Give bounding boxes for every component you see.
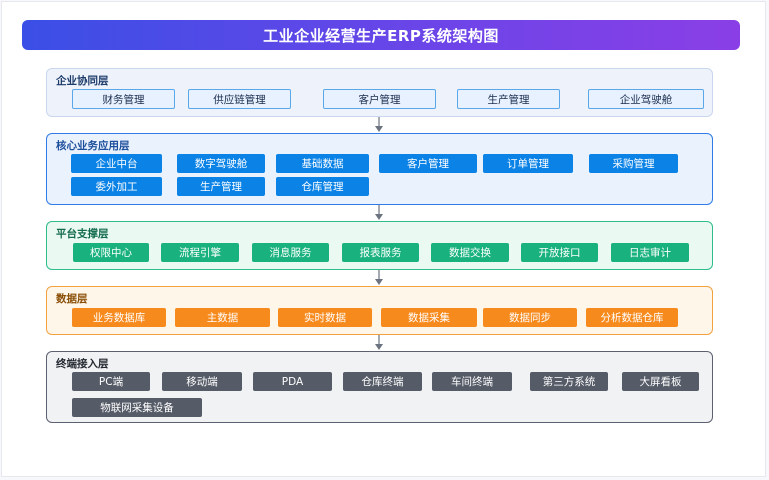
terminal-third-party: 第三方系统 (530, 372, 608, 391)
module-purchase: 采购管理 (589, 154, 678, 173)
layer-title: 企业协同层 (56, 75, 109, 87)
terminal-mobile: 移动端 (162, 372, 242, 391)
module-production: 生产管理 (177, 177, 265, 196)
module-business-db: 业务数据库 (72, 308, 166, 327)
module-outsourcing: 委外加工 (71, 177, 162, 196)
module-supply-chain: 供应链管理 (188, 89, 291, 109)
terminal-pda: PDA (253, 372, 332, 391)
layer-platform-support: 平台支撑层 权限中心 流程引擎 消息服务 报表服务 数据交换 开放接口 日志审计 (46, 221, 713, 270)
module-workflow-engine: 流程引擎 (161, 243, 239, 262)
terminal-warehouse: 仓库终端 (343, 372, 422, 391)
module-warehouse: 仓库管理 (276, 177, 369, 196)
module-order: 订单管理 (483, 154, 573, 173)
module-data-sync: 数据同步 (483, 308, 577, 327)
down-arrow-icon (375, 117, 383, 132)
module-master-data: 基础数据 (276, 154, 369, 173)
module-report-service: 报表服务 (342, 243, 419, 262)
module-log-audit: 日志审计 (611, 243, 689, 262)
diagram-title: 工业企业经营生产ERP系统架构图 (22, 20, 740, 50)
terminal-pc: PC端 (72, 372, 150, 391)
down-arrow-icon (375, 270, 383, 285)
diagram-canvas: 工业企业经营生产ERP系统架构图 企业协同层 财务管理 供应链管理 客户管理 生… (1, 1, 766, 477)
layer-title: 数据层 (56, 293, 88, 305)
module-data-collection: 数据采集 (381, 308, 477, 327)
module-master-data: 主数据 (175, 308, 270, 327)
module-message-service: 消息服务 (252, 243, 329, 262)
module-analytics-warehouse: 分析数据仓库 (586, 308, 678, 327)
layer-title: 终端接入层 (56, 358, 109, 370)
layer-terminal-access: 终端接入层 PC端 移动端 PDA 仓库终端 车间终端 第三方系统 大屏看板 物… (46, 351, 713, 423)
layer-title: 核心业务应用层 (56, 140, 130, 152)
down-arrow-icon (375, 335, 383, 350)
terminal-iot: 物联网采集设备 (72, 398, 202, 417)
module-customer: 客户管理 (379, 154, 477, 173)
module-customer: 客户管理 (323, 89, 436, 109)
module-production: 生产管理 (457, 89, 560, 109)
module-open-api: 开放接口 (521, 243, 598, 262)
module-permission-center: 权限中心 (73, 243, 149, 262)
layer-title: 平台支撑层 (56, 228, 109, 240)
terminal-big-screen: 大屏看板 (622, 372, 699, 391)
layer-data: 数据层 业务数据库 主数据 实时数据 数据采集 数据同步 分析数据仓库 (46, 286, 713, 335)
module-digital-cockpit: 数字驾驶舱 (177, 154, 265, 173)
module-enterprise-platform: 企业中台 (71, 154, 162, 173)
layer-enterprise-collaboration: 企业协同层 财务管理 供应链管理 客户管理 生产管理 企业驾驶舱 (46, 68, 713, 117)
layer-core-business: 核心业务应用层 企业中台 数字驾驶舱 基础数据 客户管理 订单管理 采购管理 委… (46, 133, 713, 205)
module-data-exchange: 数据交换 (431, 243, 509, 262)
module-realtime-data: 实时数据 (278, 308, 372, 327)
terminal-workshop: 车间终端 (432, 372, 512, 391)
module-cockpit: 企业驾驶舱 (588, 89, 704, 109)
down-arrow-icon (375, 205, 383, 220)
module-finance: 财务管理 (72, 89, 175, 109)
